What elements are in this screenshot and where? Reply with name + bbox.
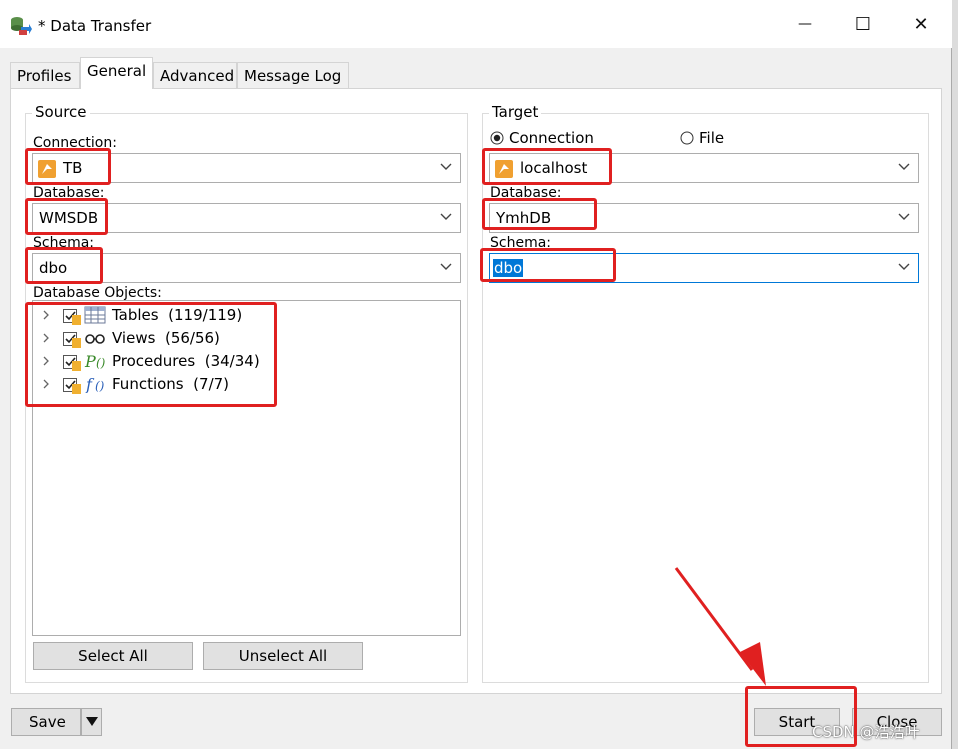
target-legend: Target	[489, 103, 542, 121]
target-database-label: Database:	[490, 185, 562, 201]
maximize-button[interactable]: ☐	[834, 0, 892, 48]
tree-item-label: Views (56/56)	[112, 329, 220, 347]
tree-item-label: Functions (7/7)	[112, 375, 229, 393]
views-count: (56/56)	[164, 329, 220, 347]
source-connection-label: Connection:	[33, 135, 117, 151]
save-button[interactable]: Save	[11, 708, 81, 736]
source-database-label: Database:	[33, 185, 105, 201]
tree-item-label: Procedures (34/34)	[112, 352, 260, 370]
caret-down-icon	[86, 717, 98, 726]
close-window-button[interactable]: ✕	[892, 0, 950, 48]
source-connection-value: TB	[63, 159, 83, 177]
database-objects-label: Database Objects:	[33, 285, 162, 301]
views-checkbox[interactable]	[63, 330, 81, 348]
svg-text:(): ()	[95, 379, 105, 393]
procedures-count: (34/34)	[204, 352, 260, 370]
data-transfer-app-icon	[11, 17, 32, 35]
chevron-down-icon	[898, 163, 910, 170]
tab-profiles[interactable]: Profiles	[10, 62, 80, 88]
target-schema-label: Schema:	[490, 235, 552, 251]
tree-item-tables[interactable]: Tables (119/119)	[33, 304, 453, 326]
procedures-checkbox[interactable]	[63, 353, 81, 371]
view-glasses-icon	[85, 334, 105, 344]
minimize-icon: —	[798, 16, 812, 32]
target-schema-value: dbo	[493, 259, 524, 277]
connection-radio-label: Connection	[509, 129, 594, 147]
connection-icon	[38, 160, 56, 178]
chevron-down-icon	[440, 163, 452, 170]
tab-advanced[interactable]: Advanced	[153, 62, 237, 88]
save-dropdown-button[interactable]	[81, 708, 102, 736]
tab-message-log-label: Message Log	[244, 67, 342, 85]
procedure-icon: P ()	[84, 352, 106, 370]
data-transfer-window: * Data Transfer — ☐ ✕ Profiles General A…	[0, 0, 952, 749]
tab-general[interactable]: General	[80, 57, 153, 89]
file-radio[interactable]	[680, 131, 694, 145]
chevron-down-icon	[898, 263, 910, 270]
annotation-arrow-icon	[674, 567, 766, 686]
target-connection-select[interactable]: localhost	[489, 153, 919, 183]
functions-count: (7/7)	[193, 375, 230, 393]
source-legend: Source	[32, 103, 90, 121]
tab-general-label: General	[87, 62, 147, 80]
close-icon: ✕	[913, 13, 929, 35]
tree-item-views[interactable]: Views (56/56)	[33, 327, 453, 349]
functions-label: Functions	[112, 375, 184, 393]
source-schema-select[interactable]: dbo	[32, 253, 461, 283]
maximize-icon: ☐	[854, 13, 872, 35]
svg-text:P: P	[84, 352, 96, 370]
expand-arrow-icon[interactable]	[41, 332, 51, 344]
svg-text:f: f	[85, 375, 95, 393]
database-objects-tree[interactable]: Tables (119/119) Views (56/56) P () Proc…	[32, 300, 461, 636]
expand-arrow-icon[interactable]	[41, 355, 51, 367]
chevron-down-icon	[440, 213, 452, 220]
source-schema-label: Schema:	[33, 235, 95, 251]
tables-count: (119/119)	[168, 306, 243, 324]
select-all-button[interactable]: Select All	[33, 642, 193, 670]
target-schema-select[interactable]: dbo	[489, 253, 919, 283]
expand-arrow-icon[interactable]	[41, 378, 51, 390]
tree-item-procedures[interactable]: P () Procedures (34/34)	[33, 350, 453, 372]
table-icon	[84, 306, 106, 324]
background-window-edge	[952, 0, 958, 749]
tab-profiles-label: Profiles	[17, 67, 72, 85]
target-connection-value: localhost	[520, 159, 588, 177]
function-icon: f ()	[85, 375, 105, 393]
tree-item-label: Tables (119/119)	[112, 306, 242, 324]
unselect-all-button[interactable]: Unselect All	[203, 642, 363, 670]
tables-label: Tables	[112, 306, 159, 324]
procedures-label: Procedures	[112, 352, 196, 370]
connection-icon	[495, 160, 513, 178]
minimize-button[interactable]: —	[776, 0, 834, 48]
chevron-down-icon	[440, 263, 452, 270]
watermark-text: CSDN @浩浩叶	[812, 723, 920, 741]
svg-text:(): ()	[96, 356, 106, 370]
title-bar: * Data Transfer — ☐ ✕	[0, 0, 952, 48]
chevron-down-icon	[898, 213, 910, 220]
target-database-select[interactable]: YmhDB	[489, 203, 919, 233]
views-label: Views	[112, 329, 156, 347]
tab-advanced-label: Advanced	[160, 67, 235, 85]
source-schema-value: dbo	[39, 259, 68, 277]
target-database-value: YmhDB	[496, 209, 552, 227]
functions-checkbox[interactable]	[63, 376, 81, 394]
connection-radio[interactable]	[490, 131, 504, 145]
window-title: * Data Transfer	[38, 17, 152, 35]
source-connection-select[interactable]: TB	[32, 153, 461, 183]
tab-message-log[interactable]: Message Log	[237, 62, 349, 88]
source-database-select[interactable]: WMSDB	[32, 203, 461, 233]
file-radio-label: File	[699, 129, 725, 147]
expand-arrow-icon[interactable]	[41, 309, 51, 321]
tree-item-functions[interactable]: f () Functions (7/7)	[33, 373, 453, 395]
tables-checkbox[interactable]	[63, 307, 81, 325]
source-database-value: WMSDB	[39, 209, 99, 227]
